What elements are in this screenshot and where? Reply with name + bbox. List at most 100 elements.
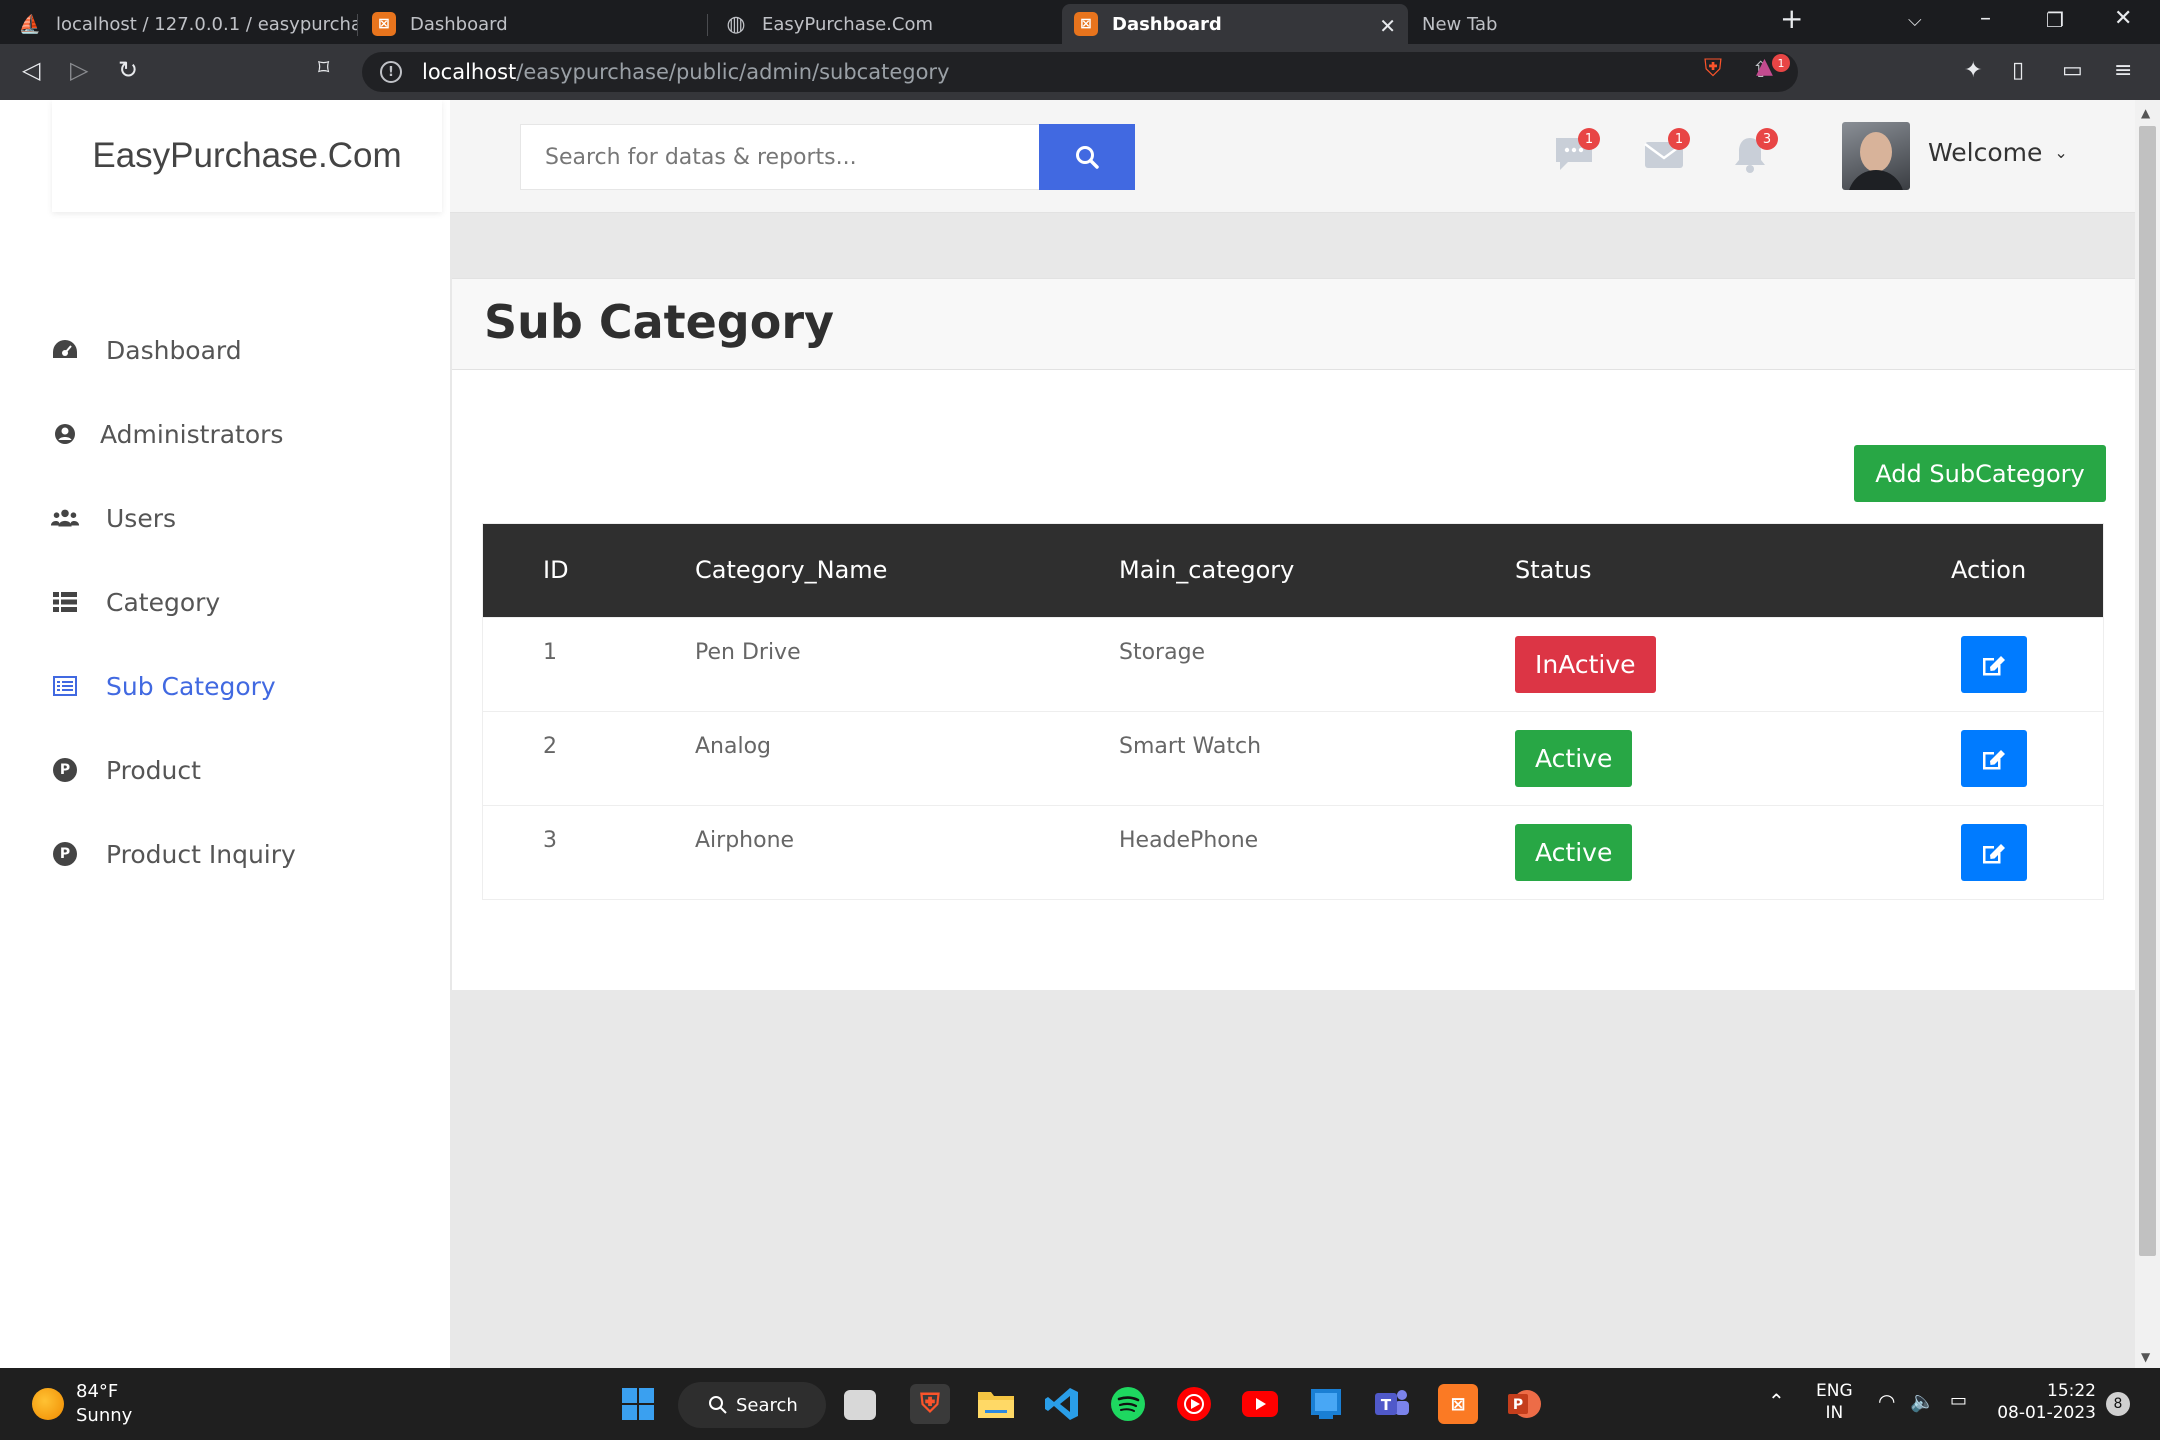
sidebar-item-product[interactable]: P Product	[0, 728, 450, 812]
notification-center-badge[interactable]: 8	[2106, 1392, 2130, 1416]
edit-button[interactable]	[1961, 824, 2027, 881]
tab-easypurchase[interactable]: ◍ EasyPurchase.Com	[712, 4, 1058, 44]
wifi-icon[interactable]: ◠	[1878, 1390, 1895, 1412]
brave-shield-icon[interactable]: ⛨	[1704, 54, 1722, 82]
svg-text:P: P	[1513, 1397, 1523, 1413]
brave-rewards-icon[interactable]: ▲	[1756, 54, 1773, 79]
tab-label: localhost / 127.0.0.1 / easypurchase / .…	[56, 13, 358, 35]
sidebar-item-users[interactable]: Users	[0, 476, 450, 560]
youtube-music-icon[interactable]	[1174, 1384, 1214, 1424]
battery-icon[interactable]: ▭	[1950, 1390, 1967, 1412]
powerpoint-icon[interactable]: P	[1504, 1384, 1544, 1424]
scroll-down-icon[interactable]: ▼	[2141, 1350, 2150, 1364]
cell-id: 3	[543, 828, 557, 853]
cell-category-name: Pen Drive	[695, 640, 801, 665]
weather-condition: Sunny	[76, 1405, 133, 1426]
mail-button[interactable]: 1	[1642, 128, 1690, 178]
browser-tab-bar: ⛵ localhost / 127.0.0.1 / easypurchase /…	[0, 0, 2160, 44]
youtube-icon[interactable]	[1240, 1384, 1280, 1424]
minimize-icon[interactable]: –	[1980, 6, 1991, 31]
back-icon[interactable]: ◁	[22, 56, 40, 84]
cell-main-category: Storage	[1119, 640, 1206, 665]
store-app-icon[interactable]	[1306, 1384, 1346, 1424]
tab-search-chevron-icon[interactable]: ⌵	[1908, 10, 1922, 31]
close-window-icon[interactable]: ✕	[2114, 6, 2132, 31]
vscode-icon[interactable]	[1042, 1384, 1082, 1424]
svg-text:T: T	[1381, 1396, 1392, 1414]
forward-icon[interactable]: ▷	[70, 56, 88, 84]
xampp-icon[interactable]: ⊠	[1438, 1384, 1478, 1424]
cell-id: 2	[543, 734, 557, 759]
bookmark-icon[interactable]: ⌑	[318, 56, 329, 81]
sidebar-item-category[interactable]: Category	[0, 560, 450, 644]
sidebar-panel-icon[interactable]: ▯	[2012, 58, 2024, 83]
site-info-icon[interactable]: !	[380, 61, 402, 83]
scrollbar-thumb[interactable]	[2139, 126, 2156, 1256]
search-icon	[1076, 146, 1099, 169]
cell-main-category: HeadePhone	[1119, 828, 1259, 853]
add-subcategory-button[interactable]: Add SubCategory	[1854, 445, 2106, 502]
tab-phpmyadmin[interactable]: ⛵ localhost / 127.0.0.1 / easypurchase /…	[6, 4, 358, 44]
language-indicator[interactable]: ENG IN	[1816, 1380, 1853, 1424]
brand-logo[interactable]: EasyPurchase.Com	[52, 100, 442, 212]
sidebar-item-label: Administrators	[100, 419, 284, 449]
xampp-icon: ⊠	[372, 12, 396, 36]
sidebar-item-sub-category[interactable]: Sub Category	[0, 644, 450, 728]
tab-new-tab[interactable]: New Tab	[1410, 4, 1760, 44]
reload-icon[interactable]: ↻	[118, 56, 138, 84]
messages-count-badge: 1	[1578, 128, 1600, 150]
tab-label: New Tab	[1422, 13, 1498, 35]
close-tab-icon[interactable]: ✕	[1379, 14, 1396, 38]
alerts-count-badge: 3	[1756, 128, 1778, 150]
tab-dashboard-active[interactable]: ⊠ Dashboard ✕	[1062, 4, 1408, 44]
header-action: Action	[1951, 556, 2027, 584]
sidebar-item-product-inquiry[interactable]: P Product Inquiry	[0, 812, 450, 896]
user-circle-icon	[50, 419, 80, 449]
teams-icon[interactable]: T	[1372, 1384, 1412, 1424]
sidebar-item-label: Product	[106, 755, 201, 785]
avatar[interactable]	[1842, 122, 1910, 190]
search-input[interactable]	[520, 124, 1040, 190]
extensions-icon[interactable]: ✦	[1964, 58, 1982, 83]
status-badge[interactable]: Active	[1515, 824, 1633, 881]
volume-icon[interactable]: 🔈	[1910, 1390, 1935, 1412]
spotify-icon[interactable]	[1108, 1384, 1148, 1424]
url-bar[interactable]: ! localhost/easypurchase/public/admin/su…	[362, 52, 1798, 92]
messages-button[interactable]: 1	[1552, 128, 1600, 178]
page-scrollbar[interactable]: ▲ ▼	[2135, 100, 2160, 1368]
tab-dashboard-1[interactable]: ⊠ Dashboard	[360, 4, 708, 44]
menu-icon[interactable]: ≡	[2114, 58, 2132, 83]
sidebar-item-administrators[interactable]: Administrators	[0, 392, 450, 476]
file-explorer-icon[interactable]	[976, 1384, 1016, 1424]
sidebar-item-dashboard[interactable]: Dashboard	[0, 308, 450, 392]
users-icon	[50, 503, 80, 533]
windows-start-icon[interactable]	[618, 1384, 658, 1424]
restore-icon[interactable]: ❐	[2046, 8, 2064, 32]
user-menu-toggle[interactable]: Welcome ⌄	[1928, 138, 2068, 167]
edit-icon	[1983, 655, 2005, 675]
edit-button[interactable]	[1961, 636, 2027, 693]
taskbar-search[interactable]: Search	[678, 1382, 826, 1428]
weather-widget[interactable]: 84°F Sunny	[76, 1380, 132, 1428]
alerts-button[interactable]: 3	[1730, 128, 1778, 178]
clock[interactable]: 15:22 08-01-2023	[1996, 1380, 2096, 1424]
url-path: /easypurchase/public/admin/subcategory	[516, 60, 950, 84]
cell-category-name: Analog	[695, 734, 772, 759]
tachometer-icon	[50, 335, 80, 365]
sidebar-menu: Dashboard Administrators Users Category	[0, 308, 450, 896]
tray-overflow-chevron-icon[interactable]: ⌃	[1768, 1390, 1785, 1412]
task-view-icon[interactable]	[844, 1390, 876, 1420]
edit-button[interactable]	[1961, 730, 2027, 787]
mail-count-badge: 1	[1668, 128, 1690, 150]
table-row: 3 Airphone HeadePhone Active	[483, 805, 2103, 899]
sun-icon[interactable]	[32, 1388, 64, 1420]
status-badge[interactable]: Active	[1515, 730, 1633, 787]
search-button[interactable]	[1039, 124, 1135, 190]
new-tab-plus-icon[interactable]: +	[1780, 2, 1803, 35]
taskbar: 84°F Sunny Search ⛨ T ⊠ P ⌃ ENG IN ◠ 🔈 ▭…	[0, 1368, 2160, 1440]
scroll-up-icon[interactable]: ▲	[2141, 106, 2150, 120]
wallet-icon[interactable]: ▭	[2062, 58, 2083, 83]
status-badge[interactable]: InActive	[1515, 636, 1656, 693]
table-row: 2 Analog Smart Watch Active	[483, 711, 2103, 805]
brave-browser-icon[interactable]: ⛨	[910, 1384, 950, 1424]
